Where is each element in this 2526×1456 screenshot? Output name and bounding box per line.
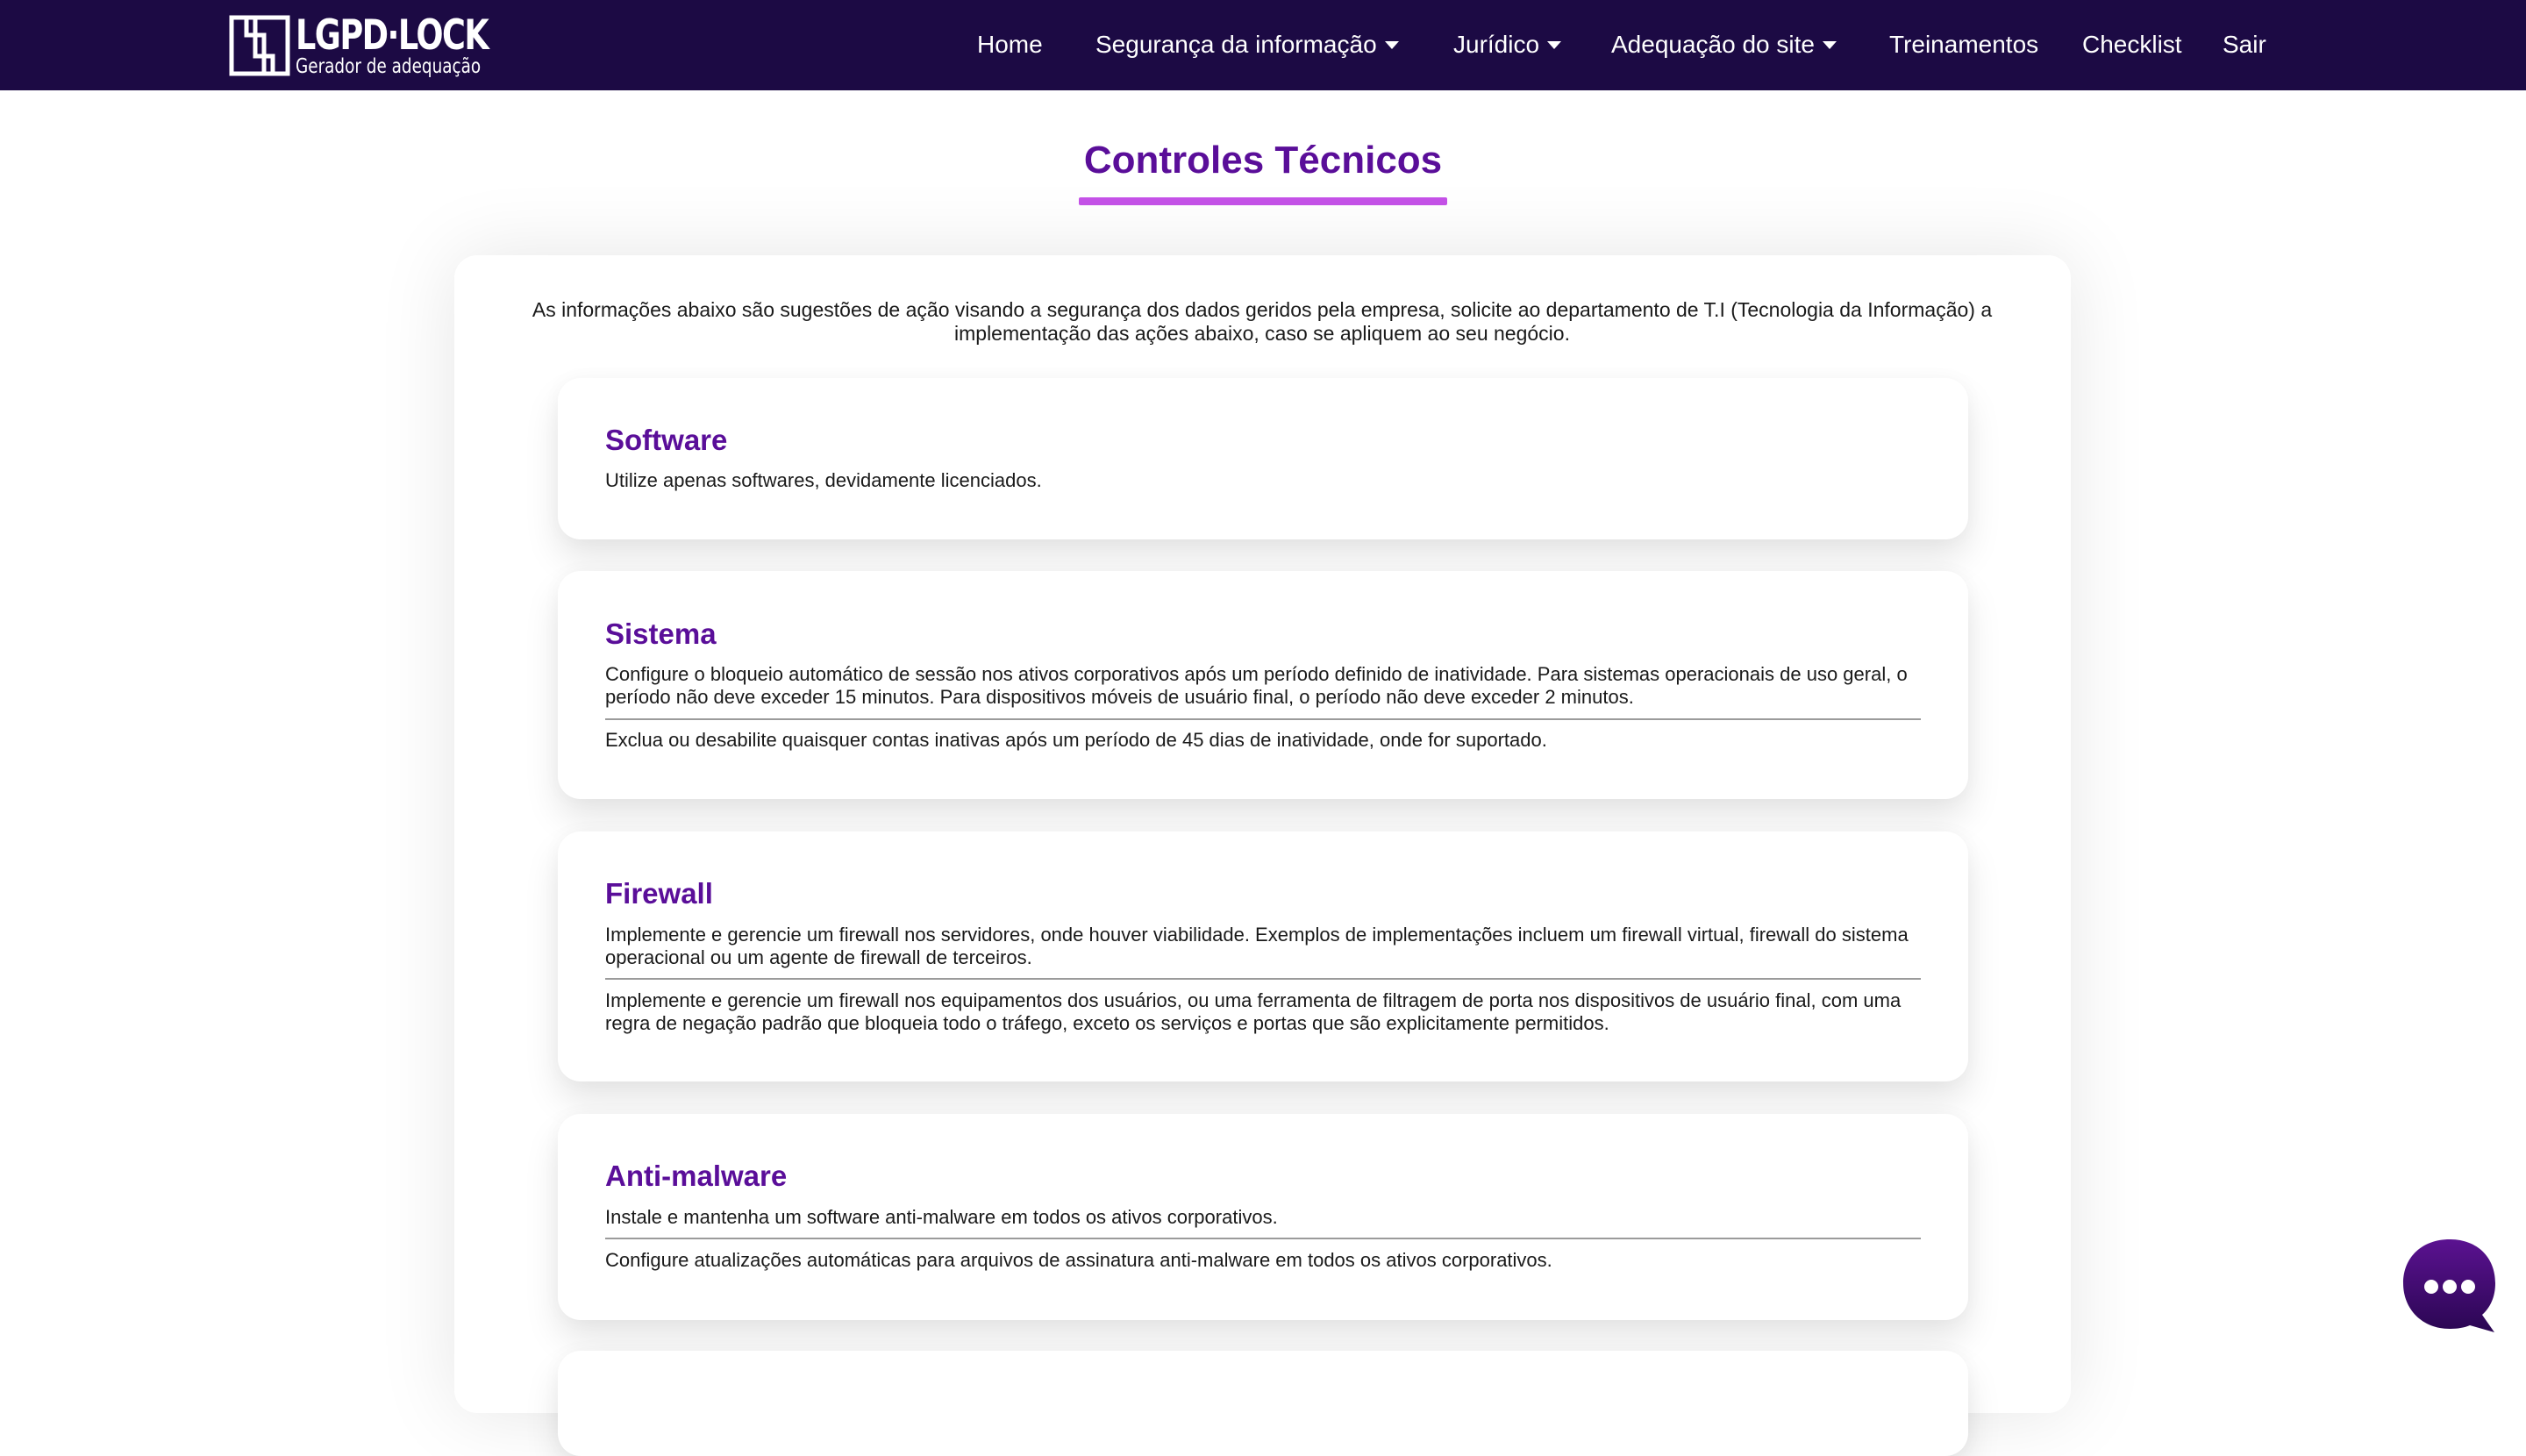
nav-menu: Home Segurança da informação Jurídico Ad… <box>0 0 2526 90</box>
section-card-software: Software Utilize apenas softwares, devid… <box>558 378 1968 539</box>
nav-treinamentos[interactable]: Treinamentos <box>1889 29 2038 61</box>
nav-checklist-label: Checklist <box>2082 31 2182 58</box>
section-item: Instale e mantenha um software anti-malw… <box>605 1206 1278 1228</box>
section-card-sistema: Sistema Configure o bloqueio automático … <box>558 571 1968 799</box>
section-divider <box>605 718 1921 720</box>
section-item: Utilize apenas softwares, devidamente li… <box>605 469 1042 491</box>
section-title: Firewall <box>605 877 713 910</box>
section-divider <box>605 978 1921 980</box>
section-title: Software <box>605 424 728 456</box>
section-item: Configure atualizações automáticas para … <box>605 1249 1552 1271</box>
nav-seguranca-label: Segurança da informação <box>1095 31 1377 58</box>
nav-juridico-label: Jurídico <box>1453 31 1540 58</box>
nav-treinamentos-label: Treinamentos <box>1889 31 2039 58</box>
section-item: Exclua ou desabilite quaisquer contas in… <box>605 729 1547 751</box>
nav-adequacao-label: Adequação do site <box>1611 31 1815 58</box>
section-title: Sistema <box>605 617 717 650</box>
nav-sair-label: Sair <box>2223 31 2266 58</box>
nav-adequacao-dropdown[interactable]: Adequação do site <box>1611 29 1837 61</box>
title-underline <box>1079 197 1447 205</box>
nav-checklist[interactable]: Checklist <box>2082 29 2182 61</box>
nav-juridico-dropdown[interactable]: Jurídico <box>1453 29 1562 61</box>
section-card-anti-malware: Anti-malware Instale e mantenha um softw… <box>558 1114 1968 1320</box>
intro-text: As informações abaixo são sugestões de a… <box>532 298 1993 345</box>
section-divider <box>605 1238 1921 1239</box>
section-item: Implemente e gerencie um firewall nos se… <box>605 924 1909 968</box>
section-item: Implemente e gerencie um firewall nos eq… <box>605 989 1902 1034</box>
caret-down-icon <box>1822 40 1837 49</box>
chat-button[interactable] <box>2401 1238 2498 1334</box>
navbar: LGPD·LOCK Gerador de adequação Home Segu… <box>0 0 2526 90</box>
page-title: Controles Técnicos <box>1083 139 1443 182</box>
section-title: Anti-malware <box>605 1160 788 1192</box>
section-item: Configure o bloqueio automático de sessã… <box>605 663 1908 708</box>
caret-down-icon <box>1384 40 1399 49</box>
nav-sair[interactable]: Sair <box>2223 29 2266 61</box>
nav-seguranca-dropdown[interactable]: Segurança da informação <box>1095 29 1399 61</box>
nav-home[interactable]: Home <box>977 29 1043 61</box>
chat-bubble-icon <box>2403 1239 2495 1332</box>
caret-down-icon <box>1547 40 1562 49</box>
nav-home-label: Home <box>977 31 1043 58</box>
section-card-next <box>558 1351 1968 1456</box>
section-card-firewall: Firewall Implemente e gerencie um firewa… <box>558 831 1968 1081</box>
